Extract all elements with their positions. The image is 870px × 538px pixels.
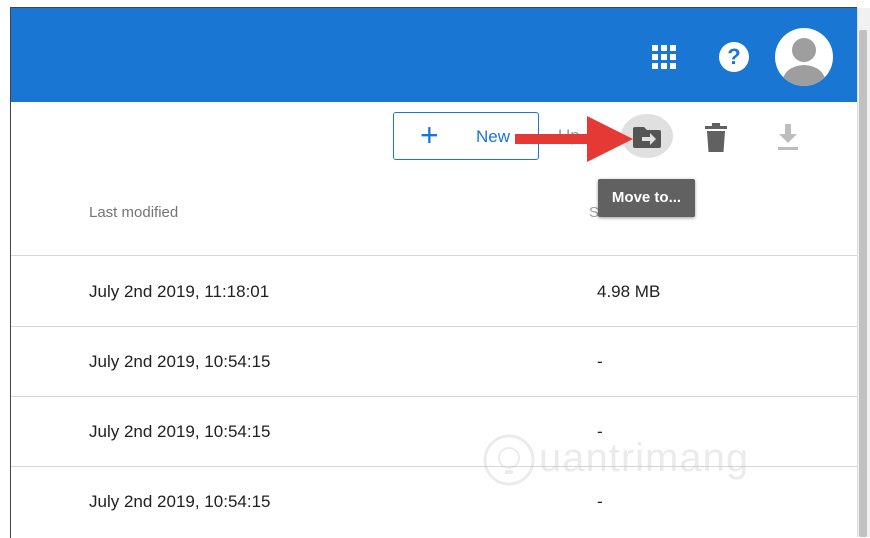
- trash-icon[interactable]: [703, 123, 729, 153]
- download-icon[interactable]: [776, 122, 800, 152]
- watermark-bulb-icon: [483, 434, 535, 486]
- row-4-date: July 2nd 2019, 10:54:15: [89, 492, 271, 511]
- row-1-size: 4.98 MB: [597, 282, 661, 301]
- move-to-tooltip: Move to...: [598, 179, 695, 217]
- plus-icon: +: [420, 117, 439, 153]
- watermark: uantrimang: [481, 428, 801, 508]
- annotation-arrow: [515, 116, 633, 162]
- row-2-size: -: [597, 352, 603, 371]
- app-bar: ?: [11, 8, 857, 102]
- avatar[interactable]: [775, 28, 833, 86]
- row-3-date: July 2nd 2019, 10:54:15: [89, 422, 271, 441]
- watermark-text: uantrimang: [539, 436, 750, 480]
- row-1-date: July 2nd 2019, 11:18:01: [89, 282, 270, 301]
- row-2-date: July 2nd 2019, 10:54:15: [89, 352, 271, 371]
- apps-grid-icon[interactable]: [651, 44, 677, 70]
- new-button-label: New: [476, 127, 511, 146]
- avatar-person-icon: [781, 38, 827, 86]
- scrollbar-thumb[interactable]: [859, 30, 867, 537]
- header-divider: [11, 255, 857, 256]
- row-divider: [11, 396, 857, 397]
- help-icon[interactable]: ?: [719, 42, 749, 72]
- app-window: ? + New Up Last modified Size Move to...: [10, 7, 857, 538]
- column-header-last-modified[interactable]: Last modified: [89, 204, 178, 221]
- row-divider: [11, 326, 857, 327]
